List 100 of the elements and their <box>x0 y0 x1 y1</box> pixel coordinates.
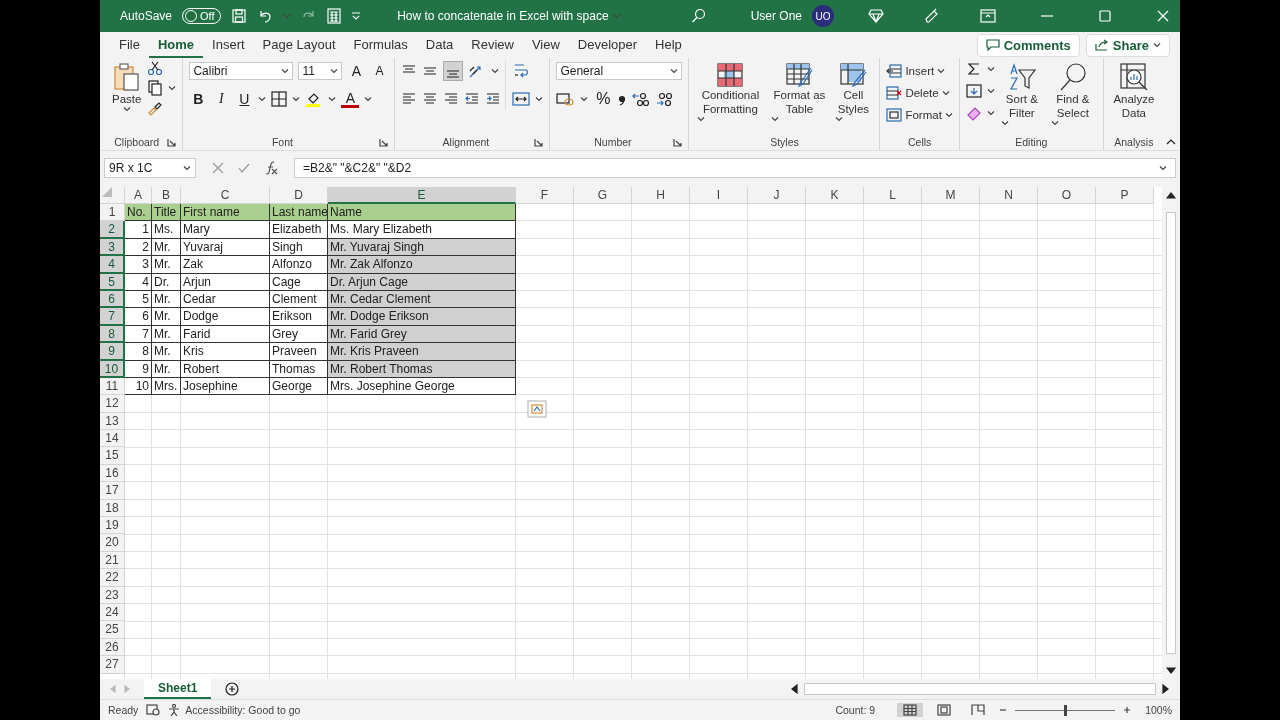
column-header[interactable]: J <box>748 187 806 204</box>
calculator-icon[interactable] <box>326 8 341 24</box>
user-avatar[interactable]: UO <box>812 5 834 27</box>
paste-button[interactable]: Paste <box>110 60 144 114</box>
caret-icon[interactable] <box>281 68 290 74</box>
dialog-launcher-icon[interactable] <box>673 137 683 147</box>
vertical-scrollbar-thumb[interactable] <box>1166 212 1176 654</box>
column-header[interactable]: K <box>806 187 864 204</box>
merge-center-icon[interactable] <box>512 91 531 107</box>
column-header[interactable]: N <box>980 187 1038 204</box>
save-icon[interactable] <box>230 8 247 24</box>
ribbon-tab[interactable]: File <box>110 32 149 58</box>
pen-icon[interactable] <box>924 8 940 24</box>
row-header[interactable]: 7 <box>100 308 125 326</box>
name-box[interactable]: 9R x 1C <box>104 158 196 178</box>
caret-icon[interactable] <box>535 96 544 102</box>
caret-icon[interactable] <box>941 89 950 96</box>
cut-icon[interactable] <box>147 60 164 76</box>
caret-icon[interactable] <box>986 66 995 72</box>
find-select-button[interactable]: Find & Select <box>1048 60 1097 128</box>
accessibility-status[interactable]: Accessibility: Good to go <box>185 704 301 716</box>
row-header[interactable]: 12 <box>100 395 125 413</box>
share-button[interactable]: Share <box>1085 33 1170 57</box>
ribbon-tab[interactable]: Help <box>646 32 691 58</box>
horizontal-scrollbar-thumb[interactable] <box>804 683 1156 695</box>
zoom-slider-thumb[interactable] <box>1063 704 1067 716</box>
row-header[interactable]: 19 <box>100 517 125 535</box>
caret-icon[interactable] <box>122 106 131 112</box>
cells-button[interactable]: Delete <box>886 82 953 103</box>
font-size-field[interactable]: 11 <box>298 62 343 80</box>
column-header[interactable]: L <box>864 187 922 204</box>
ribbon-tab[interactable]: Data <box>416 32 463 58</box>
caret-icon[interactable] <box>1153 42 1161 48</box>
row-header[interactable]: 25 <box>100 621 125 639</box>
caret-icon[interactable] <box>168 85 177 91</box>
borders-icon[interactable] <box>271 91 288 107</box>
caret-icon[interactable] <box>835 116 844 122</box>
dialog-launcher-icon[interactable] <box>379 137 389 147</box>
styles-button[interactable]: Cell Styles <box>833 60 874 124</box>
ribbon-tab[interactable]: Review <box>462 32 523 58</box>
caret-icon[interactable] <box>364 96 373 102</box>
styles-button[interactable]: Conditional Formatting <box>695 60 766 124</box>
user-name[interactable]: User One <box>750 9 802 23</box>
ribbon-tab[interactable]: Page Layout <box>253 32 345 58</box>
row-header[interactable]: 15 <box>100 447 125 465</box>
dialog-launcher-icon[interactable] <box>534 137 544 147</box>
caret-icon[interactable] <box>258 96 267 102</box>
document-title[interactable]: How to concatenate in Excel with space <box>397 9 609 23</box>
scroll-up-icon[interactable] <box>1166 191 1176 199</box>
row-header[interactable]: 14 <box>100 430 125 448</box>
eraser-icon[interactable] <box>965 105 982 121</box>
font-name-field[interactable]: Calibri <box>189 62 294 80</box>
caret-icon[interactable] <box>937 67 946 74</box>
row-header[interactable]: 2 <box>100 221 125 239</box>
font-color-button[interactable]: A <box>341 90 360 108</box>
customize-toolbar-icon[interactable] <box>350 11 361 21</box>
increase-font-size-button[interactable]: A <box>347 63 366 79</box>
ribbon-tab[interactable]: Developer <box>568 32 647 58</box>
column-header[interactable]: C <box>181 187 270 204</box>
analyze-data-button[interactable]: Analyze Data <box>1109 60 1158 122</box>
close-icon[interactable] <box>1156 9 1170 23</box>
row-header[interactable]: 22 <box>100 569 125 587</box>
column-header[interactable]: H <box>632 187 690 204</box>
caret-icon[interactable] <box>328 96 337 102</box>
comments-button[interactable]: Comments <box>976 33 1080 57</box>
zoom-out-icon[interactable] <box>999 706 1008 714</box>
column-header[interactable]: D <box>270 187 328 204</box>
scroll-left-icon[interactable] <box>790 684 800 694</box>
number-format-field[interactable]: General <box>556 62 683 80</box>
decrease-font-size-button[interactable]: A <box>370 64 389 78</box>
macro-recording-icon[interactable] <box>146 704 161 716</box>
caret-icon[interactable] <box>986 88 995 94</box>
formula-field[interactable]: =B2&" "&C2&" "&D2 <box>294 158 1176 178</box>
copy-icon[interactable] <box>147 80 164 96</box>
column-header[interactable]: P <box>1096 187 1154 204</box>
row-header[interactable]: 20 <box>100 534 125 552</box>
sort-filter-button[interactable]: Sort & Filter <box>998 60 1045 128</box>
align-right-icon[interactable] <box>443 91 460 107</box>
caret-icon[interactable] <box>771 116 780 122</box>
ribbon-tab[interactable]: View <box>522 32 569 58</box>
caret-icon[interactable] <box>292 96 301 102</box>
zoom-in-icon[interactable] <box>1123 706 1132 714</box>
italic-button[interactable]: I <box>212 91 231 107</box>
dialog-launcher-icon[interactable] <box>167 137 177 147</box>
page-layout-view-icon[interactable] <box>937 704 952 716</box>
column-header[interactable]: E <box>328 187 516 204</box>
zoom-level[interactable]: 100% <box>1145 704 1172 716</box>
wrap-text-icon[interactable] <box>512 62 531 80</box>
normal-view-icon[interactable] <box>903 704 918 716</box>
scroll-right-icon[interactable] <box>1160 684 1170 694</box>
ribbon-display-icon[interactable] <box>980 9 996 23</box>
row-header[interactable]: 4 <box>100 256 125 274</box>
column-header[interactable]: B <box>152 187 181 204</box>
column-header[interactable]: F <box>516 187 574 204</box>
format-painter-icon[interactable] <box>147 100 164 116</box>
caret-icon[interactable] <box>491 68 500 74</box>
quick-analysis-icon[interactable] <box>527 400 547 418</box>
increase-indent-icon[interactable] <box>485 91 502 107</box>
decrease-decimal-icon[interactable] <box>656 91 675 107</box>
row-header[interactable]: 1 <box>100 204 125 222</box>
